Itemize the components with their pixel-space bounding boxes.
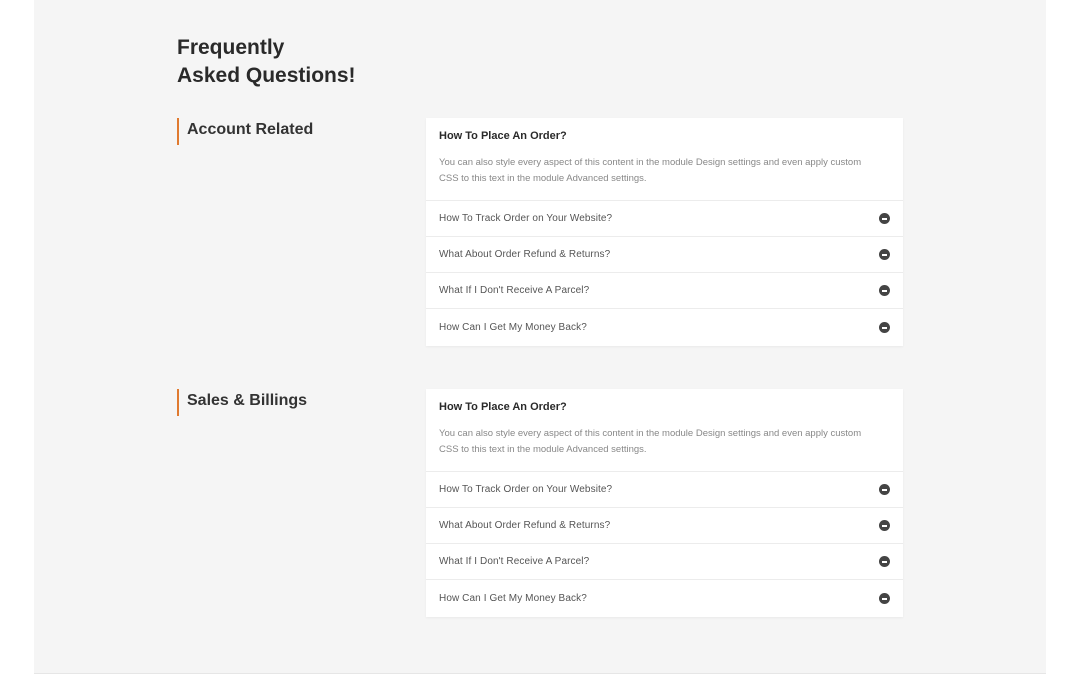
minus-circle-icon[interactable] — [879, 484, 890, 495]
faq-question: What If I Don't Receive A Parcel? — [439, 556, 590, 567]
faq-question: What If I Don't Receive A Parcel? — [439, 285, 590, 296]
faq-item[interactable]: What If I Don't Receive A Parcel? — [426, 544, 903, 580]
faq-question: What About Order Refund & Returns? — [439, 249, 611, 260]
minus-circle-icon[interactable] — [879, 249, 890, 260]
faq-question: How To Place An Order? — [439, 130, 567, 142]
faq-answer: You can also style every aspect of this … — [439, 428, 862, 455]
faq-item[interactable]: How To Track Order on Your Website? — [426, 472, 903, 508]
minus-circle-icon[interactable] — [879, 285, 890, 296]
faq-list-sales-billings: How To Place An Order? You can also styl… — [426, 389, 903, 617]
faq-question: How To Place An Order? — [439, 401, 567, 413]
page-title-line1: Frequently — [177, 36, 285, 59]
faq-question: How To Track Order on Your Website? — [439, 484, 613, 495]
minus-circle-icon[interactable] — [879, 213, 890, 224]
page-title-line2: Asked Questions! — [177, 64, 356, 87]
faq-item[interactable]: What If I Don't Receive A Parcel? — [426, 273, 903, 309]
minus-circle-icon[interactable] — [879, 322, 890, 333]
minus-circle-icon[interactable] — [879, 556, 890, 567]
faq-item[interactable]: How Can I Get My Money Back? — [426, 309, 903, 346]
faq-answer: You can also style every aspect of this … — [439, 157, 862, 184]
faq-question: What About Order Refund & Returns? — [439, 520, 611, 531]
faq-item[interactable]: What About Order Refund & Returns? — [426, 237, 903, 273]
faq-item[interactable]: What About Order Refund & Returns? — [426, 508, 903, 544]
page-title: Frequently Asked Questions! — [177, 34, 397, 90]
faq-item[interactable]: How Can I Get My Money Back? — [426, 580, 903, 617]
faq-question: How To Track Order on Your Website? — [439, 213, 613, 224]
faq-question: How Can I Get My Money Back? — [439, 593, 587, 604]
faq-question: How Can I Get My Money Back? — [439, 322, 587, 333]
section-heading-sales-billings: Sales & Billings — [177, 389, 307, 416]
minus-circle-icon[interactable] — [879, 593, 890, 604]
section-heading-account-related: Account Related — [177, 118, 313, 145]
minus-circle-icon[interactable] — [879, 520, 890, 531]
faq-item-open[interactable]: How To Place An Order? You can also styl… — [426, 118, 903, 201]
faq-item-open[interactable]: How To Place An Order? You can also styl… — [426, 389, 903, 472]
faq-item[interactable]: How To Track Order on Your Website? — [426, 201, 903, 237]
faq-list-account-related: How To Place An Order? You can also styl… — [426, 118, 903, 346]
